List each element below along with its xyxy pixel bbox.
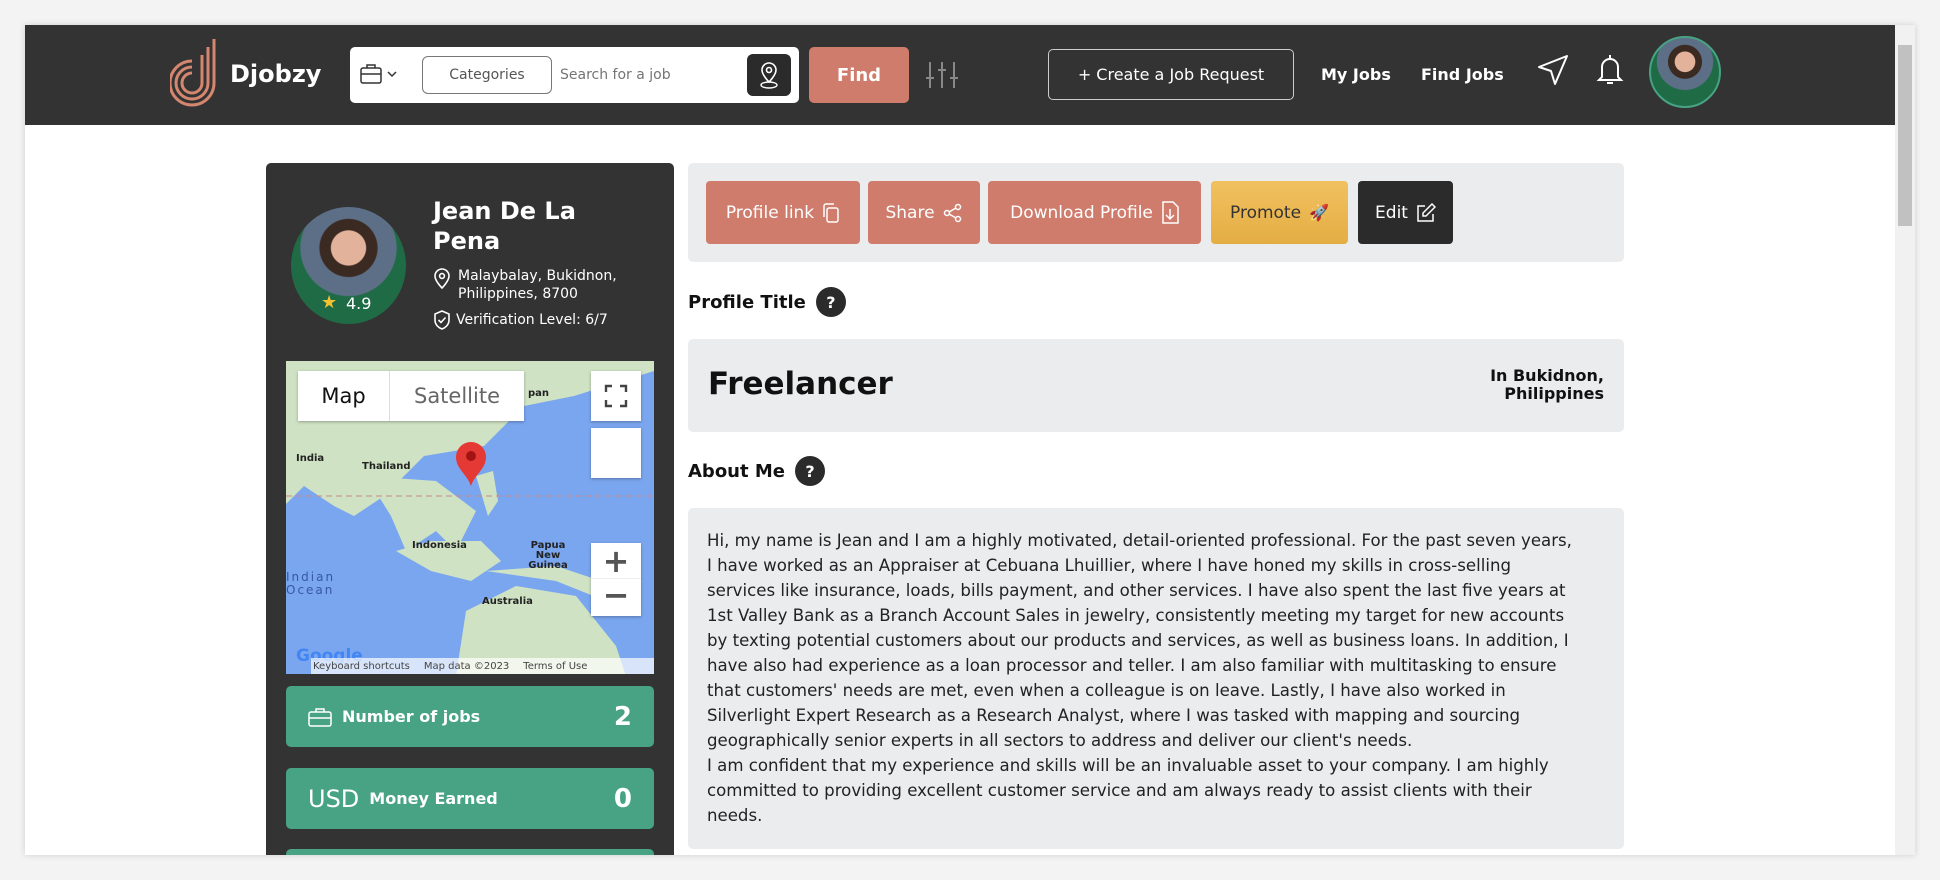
about-text-line: services like insurance, loads, bills pa… [707, 581, 1566, 600]
about-text-line: by texting potential customers about our… [707, 631, 1569, 650]
map-label: Thailand [362, 461, 411, 472]
profile-photo: ★ 4.9 [291, 207, 406, 324]
button-label: Promote [1230, 202, 1302, 223]
promote-button[interactable]: Promote 🚀 [1211, 181, 1348, 244]
about-text-line: needs. [707, 806, 763, 825]
categories-button[interactable]: Categories [422, 56, 552, 94]
share-button[interactable]: Share [868, 181, 980, 244]
google-map[interactable]: Map Satellite + − India Thailand Indones… [286, 361, 654, 674]
map-pin-icon [760, 62, 778, 89]
map-label: Indonesia [412, 540, 467, 551]
heading-text: Profile Title [688, 291, 806, 313]
about-me-heading: About Me? [688, 456, 825, 486]
stat-label: Money Earned [369, 789, 498, 808]
about-text-line: 1st Valley Bank as a Branch Account Sale… [707, 606, 1565, 625]
map-label: Australia [482, 596, 533, 607]
profile-sidebar: ★ 4.9 Jean De La Pena Malaybalay, Bukidn… [266, 163, 674, 855]
nav-find-jobs[interactable]: Find Jobs [1421, 65, 1504, 84]
user-avatar[interactable] [1649, 36, 1721, 108]
search-input[interactable] [560, 56, 740, 94]
star-icon: ★ [321, 292, 338, 313]
zoom-control: + − [591, 543, 641, 616]
top-navbar: Djobzy Categories Find + Create a Job Re… [25, 25, 1895, 125]
edit-icon [1417, 202, 1436, 222]
briefcase-dropdown-icon[interactable] [360, 63, 400, 85]
send-message-icon[interactable] [1536, 53, 1570, 87]
brand-name[interactable]: Djobzy [230, 60, 321, 88]
edit-button[interactable]: Edit [1358, 181, 1453, 244]
profile-name: Jean De La Pena [433, 197, 576, 255]
about-text-line: I have worked as an Appraiser at Cebuana… [707, 556, 1511, 575]
rocket-icon: 🚀 [1309, 203, 1329, 222]
about-text-line: that customers' needs are met, even when… [707, 681, 1506, 700]
map-label: Indian Ocean [286, 570, 336, 597]
scrollbar-thumb[interactable] [1898, 45, 1912, 226]
shield-check-icon [434, 310, 450, 330]
currency-label: USD [308, 784, 360, 813]
fullscreen-icon [604, 384, 628, 408]
map-tab-map[interactable]: Map [298, 371, 390, 421]
map-marker-icon[interactable] [454, 441, 488, 487]
map-label: India [296, 453, 325, 464]
street-view-button[interactable] [591, 428, 641, 478]
map-footer: Keyboard shortcuts Map data ©2023 Terms … [311, 658, 654, 674]
copy-icon [823, 202, 839, 223]
filter-sliders-icon[interactable] [925, 60, 959, 90]
about-text-line: geographically senior experts in all sec… [707, 731, 1413, 750]
zoom-out-button[interactable]: − [591, 579, 641, 615]
map-type-control: Map Satellite [298, 371, 524, 421]
briefcase-icon [308, 707, 332, 727]
map-label: pan [528, 388, 550, 399]
button-label: Share [885, 202, 935, 223]
button-label: Profile link [725, 202, 815, 223]
zoom-in-button[interactable]: + [591, 543, 641, 579]
about-text-line: Hi, my name is Jean and I am a highly mo… [707, 531, 1572, 550]
about-text-line: have also had experience as a loan proce… [707, 656, 1557, 675]
stat-value: 2 [613, 701, 632, 732]
stat-third [286, 849, 654, 855]
profile-link-button[interactable]: Profile link [706, 181, 860, 244]
stat-number-of-jobs: Number of jobs 2 [286, 686, 654, 747]
stat-label: Number of jobs [342, 707, 481, 726]
heading-text: About Me [688, 460, 785, 482]
fullscreen-button[interactable] [591, 371, 641, 421]
search-bar: Categories [350, 47, 799, 103]
profile-title-location: In Bukidnon, Philippines [1490, 366, 1604, 403]
nav-my-jobs[interactable]: My Jobs [1321, 65, 1391, 84]
help-icon[interactable]: ? [815, 287, 846, 317]
about-text-line: Silverlight Expert Research as a Researc… [707, 706, 1521, 725]
stat-money-earned: USD Money Earned 0 [286, 768, 654, 829]
profile-title: Freelancer [708, 366, 893, 402]
profile-title-box: Freelancer In Bukidnon, Philippines [688, 339, 1624, 432]
map-data-text: Map data ©2023 [423, 660, 510, 672]
help-icon[interactable]: ? [795, 456, 825, 486]
create-job-request-button[interactable]: + Create a Job Request [1048, 49, 1294, 100]
djobzy-logo-icon[interactable] [170, 37, 226, 109]
download-profile-button[interactable]: Download Profile [988, 181, 1201, 244]
location-button[interactable] [747, 54, 791, 96]
browser-window: Djobzy Categories Find + Create a Job Re… [25, 25, 1915, 855]
find-button[interactable]: Find [809, 47, 909, 103]
button-label: Edit [1375, 202, 1408, 223]
about-text-line: I am confident that my experience and sk… [707, 756, 1549, 775]
map-tab-satellite[interactable]: Satellite [390, 371, 524, 421]
keyboard-shortcuts-link[interactable]: Keyboard shortcuts [313, 661, 410, 672]
scrollbar[interactable] [1895, 25, 1915, 855]
verification-level: Verification Level: 6/7 [456, 312, 608, 328]
rating: 4.9 [346, 294, 372, 313]
profile-location: Malaybalay, Bukidnon, Philippines, 8700 [458, 268, 617, 302]
about-me-box: Hi, my name is Jean and I am a highly mo… [688, 508, 1624, 849]
bell-icon[interactable] [1596, 53, 1624, 87]
location-icon [434, 268, 450, 290]
profile-title-heading: Profile Title? [688, 287, 846, 317]
button-label: Download Profile [1010, 202, 1153, 223]
file-download-icon [1162, 200, 1179, 224]
map-label: Papua New Guinea [528, 540, 568, 571]
terms-of-use-link[interactable]: Terms of Use [523, 661, 587, 672]
about-text-line: committed to providing excellent custome… [707, 781, 1532, 800]
share-icon [943, 203, 961, 222]
profile-actions-bar: Profile link Share Download Profile Prom… [688, 163, 1624, 262]
stat-value: 0 [613, 783, 632, 814]
